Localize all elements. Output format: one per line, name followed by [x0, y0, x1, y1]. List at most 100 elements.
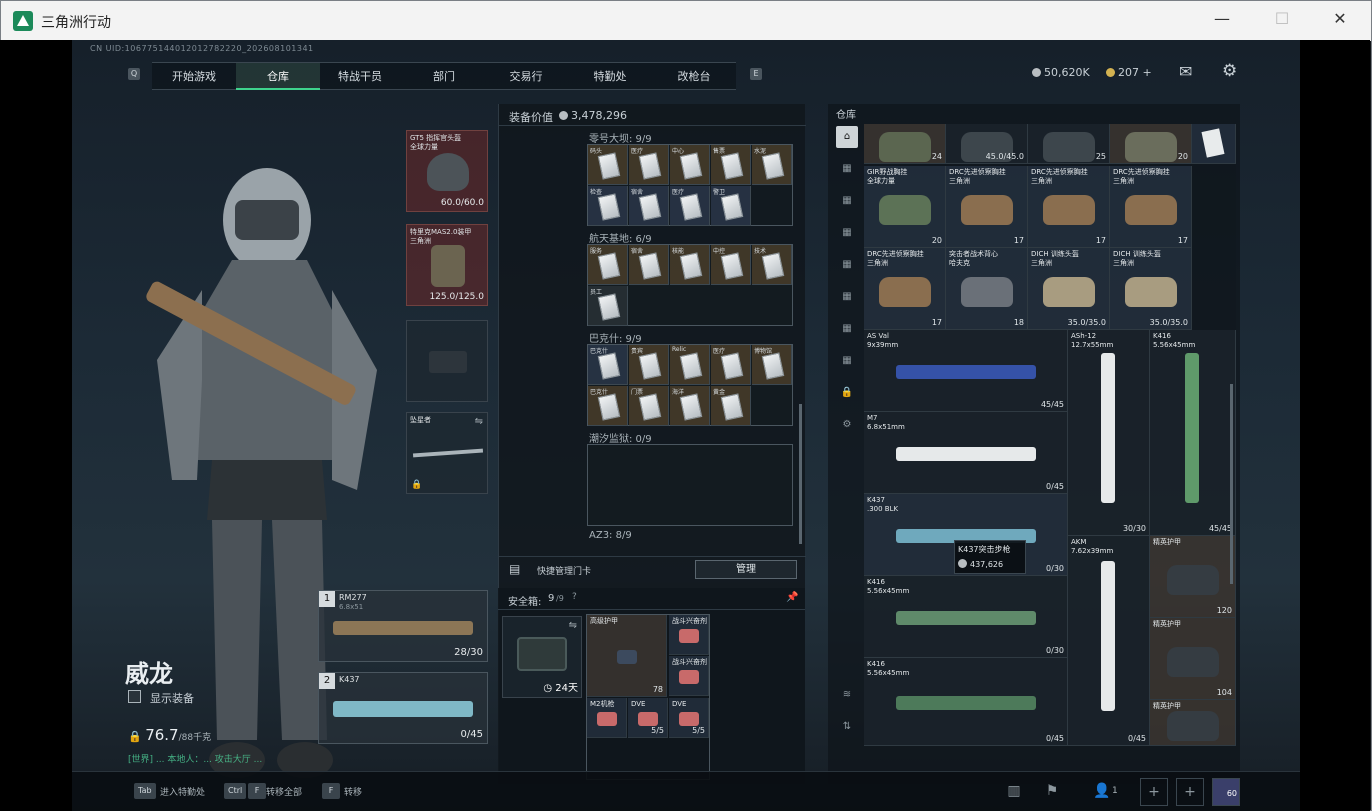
keycard-item[interactable]: 中心	[670, 145, 710, 185]
safe-box-slot[interactable]: ⇋ ◷ 24天	[502, 616, 582, 698]
stash-item[interactable]: DRC先进侦察胸挂 三角洲 17	[864, 248, 946, 330]
stash-item[interactable]: ASh-12 12.7x55mm 30/30	[1068, 330, 1150, 536]
keycard-item[interactable]: 医疗	[670, 186, 710, 226]
safe-item[interactable]: 高级护甲 78	[587, 615, 667, 697]
keycard-item[interactable]: 中控	[711, 245, 751, 285]
player-avatar[interactable]: 60	[1212, 778, 1240, 806]
stash-item[interactable]: AKM 7.62x39mm 0/45	[1068, 536, 1150, 746]
pistol-slot-empty[interactable]	[406, 320, 488, 402]
tab-warehouse[interactable]: 仓库	[236, 63, 320, 90]
settings-gear-icon[interactable]: ⚙	[1222, 61, 1237, 81]
show-equipment-checkbox[interactable]	[128, 690, 141, 703]
help-icon[interactable]: ?	[572, 592, 577, 602]
manage-button[interactable]: 管理	[695, 560, 797, 579]
keycard-item[interactable]: 核能	[670, 245, 710, 285]
stash-item[interactable]: DICH 训练头盔 三角洲 35.0/35.0	[1028, 248, 1110, 330]
helmet-slot[interactable]: GT5 指挥官头盔 全球力量 60.0/60.0	[406, 130, 488, 212]
tab-special-ops[interactable]: 特勤处	[568, 63, 652, 90]
nav-next-key[interactable]: E	[750, 68, 762, 80]
invite-slot-button[interactable]: +	[1140, 778, 1168, 806]
minimize-button[interactable]: —	[1207, 9, 1237, 33]
stash-item[interactable]: 45.0/45.0	[946, 124, 1028, 164]
tab-start-game[interactable]: 开始游戏	[152, 63, 236, 90]
tab-department[interactable]: 部门	[402, 63, 486, 90]
gold-topup-button[interactable]: +	[1143, 66, 1152, 79]
stash-item[interactable]: K416 5.56x45mm 45/45	[1150, 330, 1236, 536]
keycard-item[interactable]: 宿舍	[629, 186, 669, 226]
keycard-item[interactable]: 黄金	[711, 386, 751, 426]
stash-item[interactable]: GIR野战胸挂 全球力量 20	[864, 166, 946, 248]
stash-item[interactable]: DRC先进侦察胸挂 三角洲 17	[1110, 166, 1192, 248]
swap-icon[interactable]: ⇋	[569, 620, 577, 631]
transfer-button[interactable]: 转移	[344, 785, 362, 798]
stash-item[interactable]: DRC先进侦察胸挂 三角洲 17	[1028, 166, 1110, 248]
warehouse-tab-icon[interactable]: ▦	[836, 190, 858, 212]
keycard-item[interactable]: 医疗	[711, 345, 751, 385]
secondary-weapon-slot[interactable]: 2 K437 0/45	[318, 672, 488, 744]
keycard-item[interactable]: 巴克什	[588, 386, 628, 426]
stash-item[interactable]: 25	[1028, 124, 1110, 164]
transfer-all-button[interactable]: 转移全部	[266, 785, 302, 798]
keycard-item[interactable]: Relic	[670, 345, 710, 385]
warehouse-tab-icon[interactable]: ▦	[836, 158, 858, 180]
mail-icon[interactable]: ✉	[1179, 62, 1192, 81]
keycard-item[interactable]: 水泥	[752, 145, 792, 185]
keycard-item[interactable]: 技术	[752, 245, 792, 285]
swap-icon[interactable]: ⇋	[475, 416, 483, 427]
stash-item[interactable]: 精英护甲 120	[1150, 536, 1236, 618]
keycard-item[interactable]: 博物馆	[752, 345, 792, 385]
scrollbar[interactable]	[799, 404, 802, 544]
stash-item[interactable]: K416 5.56x45mm 0/30	[864, 576, 1068, 658]
tab-operators[interactable]: 特战干员	[318, 63, 402, 90]
melee-slot[interactable]: 坠星者 ⇋ 🔒	[406, 412, 488, 494]
maximize-button[interactable]: ☐	[1267, 9, 1297, 33]
enter-special-ops-button[interactable]: 进入特勤处	[160, 785, 205, 798]
warehouse-tab-icon[interactable]: ▦	[836, 350, 858, 372]
keycard-item[interactable]: 海洋	[670, 386, 710, 426]
stash-item[interactable]: DRC先进侦察胸挂 三角洲 17	[946, 166, 1028, 248]
warehouse-tab-icon[interactable]: ▦	[836, 222, 858, 244]
nav-prev-key[interactable]: Q	[128, 68, 140, 80]
warehouse-all-icon[interactable]: ⌂	[836, 126, 858, 148]
safe-item[interactable]: M2机枪	[587, 698, 627, 738]
keycard-item[interactable]: 警卫	[711, 186, 751, 226]
keycard-item[interactable]: 检查	[588, 186, 628, 226]
stats-icon[interactable]: ▥	[1000, 778, 1028, 806]
sort-icon[interactable]: ⇅	[836, 716, 858, 738]
stash-item[interactable]: 精英护甲	[1150, 700, 1236, 746]
lock-icon[interactable]: 🔒	[836, 382, 858, 404]
stash-item[interactable]: 20	[1110, 124, 1192, 164]
primary-weapon-slot[interactable]: 1 RM277 6.8x51 28/30	[318, 590, 488, 662]
flag-icon[interactable]: ⚑	[1038, 778, 1066, 806]
safe-item[interactable]: 战斗兴奋剂	[669, 656, 709, 696]
close-button[interactable]: ✕	[1325, 9, 1355, 33]
warehouse-tab-icon[interactable]: ▦	[836, 286, 858, 308]
stash-item[interactable]: M7 6.8x51mm 0/45	[864, 412, 1068, 494]
keycard-item[interactable]: 贵宾	[629, 345, 669, 385]
invite-slot-button[interactable]: +	[1176, 778, 1204, 806]
keycard-item[interactable]: 服务	[588, 245, 628, 285]
stash-item[interactable]: 精英护甲 104	[1150, 618, 1236, 700]
keycard-item[interactable]: 宿舍	[629, 245, 669, 285]
keycard-item[interactable]: 医疗	[629, 145, 669, 185]
settings-gear-icon[interactable]: ⚙	[836, 414, 858, 436]
stash-item[interactable]	[1192, 124, 1236, 164]
layers-icon[interactable]: ≋	[836, 684, 858, 706]
scrollbar[interactable]	[1230, 384, 1233, 584]
stash-item[interactable]: 突击者战术背心 哈夫克 18	[946, 248, 1028, 330]
safe-item[interactable]: 战斗兴奋剂	[669, 615, 709, 655]
keycard-item[interactable]: 员工	[588, 286, 628, 326]
pin-icon[interactable]: 📌	[786, 592, 798, 603]
warehouse-tab-icon[interactable]: ▦	[836, 254, 858, 276]
safe-item[interactable]: DVE 5/5	[628, 698, 668, 738]
stash-item[interactable]: 24	[864, 124, 946, 164]
stash-item[interactable]: K416 5.56x45mm 0/45	[864, 658, 1068, 746]
armor-slot[interactable]: 特里克MAS2.0装甲 三角洲 125.0/125.0	[406, 224, 488, 306]
keycard-item[interactable]: 门票	[629, 386, 669, 426]
warehouse-tab-icon[interactable]: ▦	[836, 318, 858, 340]
keycard-item[interactable]: 售票	[711, 145, 751, 185]
tab-trade[interactable]: 交易行	[484, 63, 568, 90]
keycard-item[interactable]: 码头	[588, 145, 628, 185]
stash-item[interactable]: AS Val 9x39mm 45/45	[864, 330, 1068, 412]
safe-item[interactable]: DVE 5/5	[669, 698, 709, 738]
